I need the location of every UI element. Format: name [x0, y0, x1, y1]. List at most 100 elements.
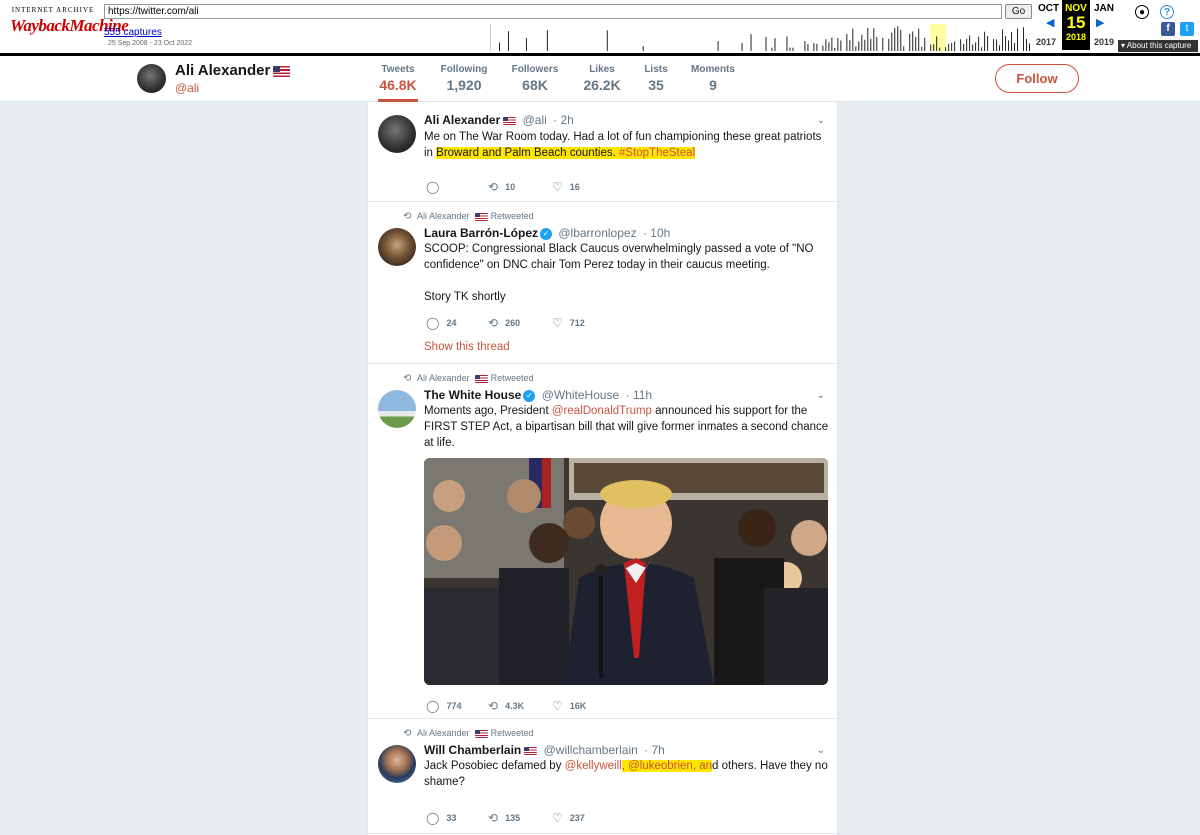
capture-bar [999, 45, 1001, 51]
stat-following[interactable]: Following 1,920 [440, 64, 488, 93]
tweet-photo[interactable] [424, 458, 828, 685]
retweeter-name[interactable]: Ali Alexander [417, 728, 470, 738]
tweet-author-handle[interactable]: @lbarronlopez [558, 226, 636, 240]
heart-icon: ♡ [552, 180, 563, 194]
stat-followers[interactable]: Followers 68K [511, 64, 559, 93]
stat-label: Likes [589, 64, 615, 75]
reply-button[interactable]: ◯ 774 [426, 699, 461, 713]
capture-bar [894, 27, 896, 51]
tweet-author-handle[interactable]: @WhiteHouse [542, 388, 620, 402]
retweet-icon: ⟲ [403, 373, 412, 384]
tweet-author-name[interactable]: Will Chamberlain [424, 743, 521, 757]
reply-button[interactable]: ◯ 33 [426, 811, 456, 825]
wayback-logo[interactable]: INTERNET ARCHIVE WaybackMachine [10, 6, 129, 46]
capture-bar [912, 31, 914, 51]
go-button[interactable]: Go [1005, 4, 1032, 19]
retweeted-label: Retweeted [490, 728, 534, 738]
next-arrow-icon[interactable]: ▶ [1096, 16, 1104, 29]
capture-bar [831, 37, 833, 51]
next-year-label[interactable]: 2019 [1094, 37, 1114, 47]
capture-bar [951, 42, 953, 51]
like-count: 712 [569, 318, 585, 328]
current-day: 15 [1066, 13, 1086, 32]
account-icon[interactable]: ● [1135, 5, 1149, 19]
reply-button[interactable]: ◯ 24 [426, 316, 456, 330]
tweet-author-handle[interactable]: @willchamberlain [544, 743, 638, 757]
retweeter-name[interactable]: Ali Alexander [417, 373, 470, 383]
like-button[interactable]: ♡ 16 [552, 180, 580, 194]
tweet-avatar[interactable] [378, 745, 416, 783]
tweet-author-handle[interactable]: @ali [523, 113, 547, 127]
tweet-avatar[interactable] [378, 115, 416, 153]
tweet[interactable]: ⟲ Ali Alexander Retweeted The White House… [368, 364, 837, 719]
capture-bar [987, 35, 989, 51]
twitter-icon[interactable]: t [1180, 22, 1194, 36]
chevron-down-icon[interactable]: ⌄ [817, 390, 825, 401]
retweet-button[interactable]: ⟲ 4.3K [488, 699, 524, 713]
like-button[interactable]: ♡ 712 [552, 316, 585, 330]
stat-value: 1,920 [446, 77, 482, 93]
prev-year-label[interactable]: 2017 [1036, 37, 1056, 47]
mention-link-highlight[interactable]: , @lukeobrien, an [621, 760, 713, 772]
mention-link[interactable]: @realDonaldTrump [552, 405, 652, 417]
capture-bar [903, 46, 905, 51]
help-icon[interactable]: ? [1160, 5, 1174, 19]
tweet-header: The White House ✓ @WhiteHouse · 11h [424, 388, 652, 402]
tweet[interactable]: ⟲ Ali Alexander Retweeted Laura Barrón-Ló… [368, 202, 837, 364]
like-button[interactable]: ♡ 16K [552, 699, 586, 713]
tweet-text-paragraph: Story TK shortly [424, 291, 506, 303]
tweet-avatar[interactable] [378, 228, 416, 266]
retweet-button[interactable]: ⟲ 260 [488, 316, 520, 330]
tweet-author-name[interactable]: The White House [424, 388, 521, 402]
tweet-time[interactable]: · 2h [553, 113, 574, 127]
stat-value: 35 [648, 77, 664, 93]
tweet[interactable]: Ali Alexander @ali · 2h ⌄ Me on The War … [368, 102, 837, 202]
retweet-icon: ⟲ [403, 728, 412, 739]
show-thread-link[interactable]: Show this thread [424, 341, 510, 353]
retweet-icon: ⟲ [488, 180, 499, 194]
tweet-time[interactable]: · 11h [626, 388, 652, 402]
logo-internet-archive: INTERNET ARCHIVE [11, 6, 95, 14]
retweet-button[interactable]: ⟲ 135 [488, 811, 520, 825]
profile-avatar[interactable] [137, 64, 166, 93]
url-input[interactable] [104, 4, 1002, 19]
facebook-icon[interactable]: f [1161, 22, 1175, 36]
follow-button[interactable]: Follow [995, 64, 1079, 93]
retweet-button[interactable]: ⟲ 10 [488, 180, 515, 194]
calendar-nav: OCT ◀ 2017 NOV 15 2018 JAN ▶ 2019 [1034, 0, 1120, 53]
capture-sparkline[interactable] [490, 24, 1032, 51]
hashtag-link[interactable]: #StopTheSteal [619, 147, 695, 159]
capture-bar [1002, 29, 1004, 51]
chevron-down-icon[interactable]: ⌄ [817, 745, 825, 756]
tweet-text-highlight: Broward and Palm Beach counties. #StopTh… [436, 147, 696, 159]
tweet-author-name[interactable]: Ali Alexander [424, 113, 500, 127]
tweet-text-plain: Moments ago, President [424, 405, 549, 417]
tweet-time[interactable]: · 7h [644, 743, 665, 757]
profile-handle[interactable]: @ali [175, 81, 199, 95]
capture-bar [981, 47, 983, 51]
stat-lists[interactable]: Lists 35 [643, 64, 669, 93]
retweeter-name[interactable]: Ali Alexander [417, 211, 470, 221]
stat-tweets[interactable]: Tweets 46.8K [378, 64, 418, 102]
timeline: Ali Alexander @ali · 2h ⌄ Me on The War … [367, 102, 838, 835]
capture-bar [498, 42, 500, 51]
us-flag-icon [475, 374, 489, 383]
captures-link[interactable]: 555 captures [104, 27, 162, 38]
profile-name-row[interactable]: Ali Alexander [175, 62, 291, 79]
tweet-time[interactable]: · 10h [643, 226, 670, 240]
capture-bar [936, 36, 938, 51]
stat-moments[interactable]: Moments 9 [690, 64, 736, 93]
tweet-author-name[interactable]: Laura Barrón-López [424, 226, 538, 240]
tweet-text: Moments ago, President @realDonaldTrump … [424, 403, 829, 451]
tweet-avatar[interactable] [378, 390, 416, 428]
about-capture-button[interactable]: ▾ About this capture [1118, 40, 1198, 52]
stat-likes[interactable]: Likes 26.2K [582, 64, 622, 93]
tweet[interactable]: ⟲ Ali Alexander Retweeted Will Chamberlai… [368, 719, 837, 834]
next-month-label[interactable]: JAN [1094, 3, 1114, 14]
prev-month-label[interactable]: OCT [1038, 3, 1059, 14]
mention-link[interactable]: @kellyweill [565, 760, 622, 772]
like-button[interactable]: ♡ 237 [552, 811, 585, 825]
prev-arrow-icon[interactable]: ◀ [1046, 16, 1054, 29]
reply-button[interactable]: ◯ [426, 180, 446, 194]
chevron-down-icon[interactable]: ⌄ [817, 115, 825, 126]
